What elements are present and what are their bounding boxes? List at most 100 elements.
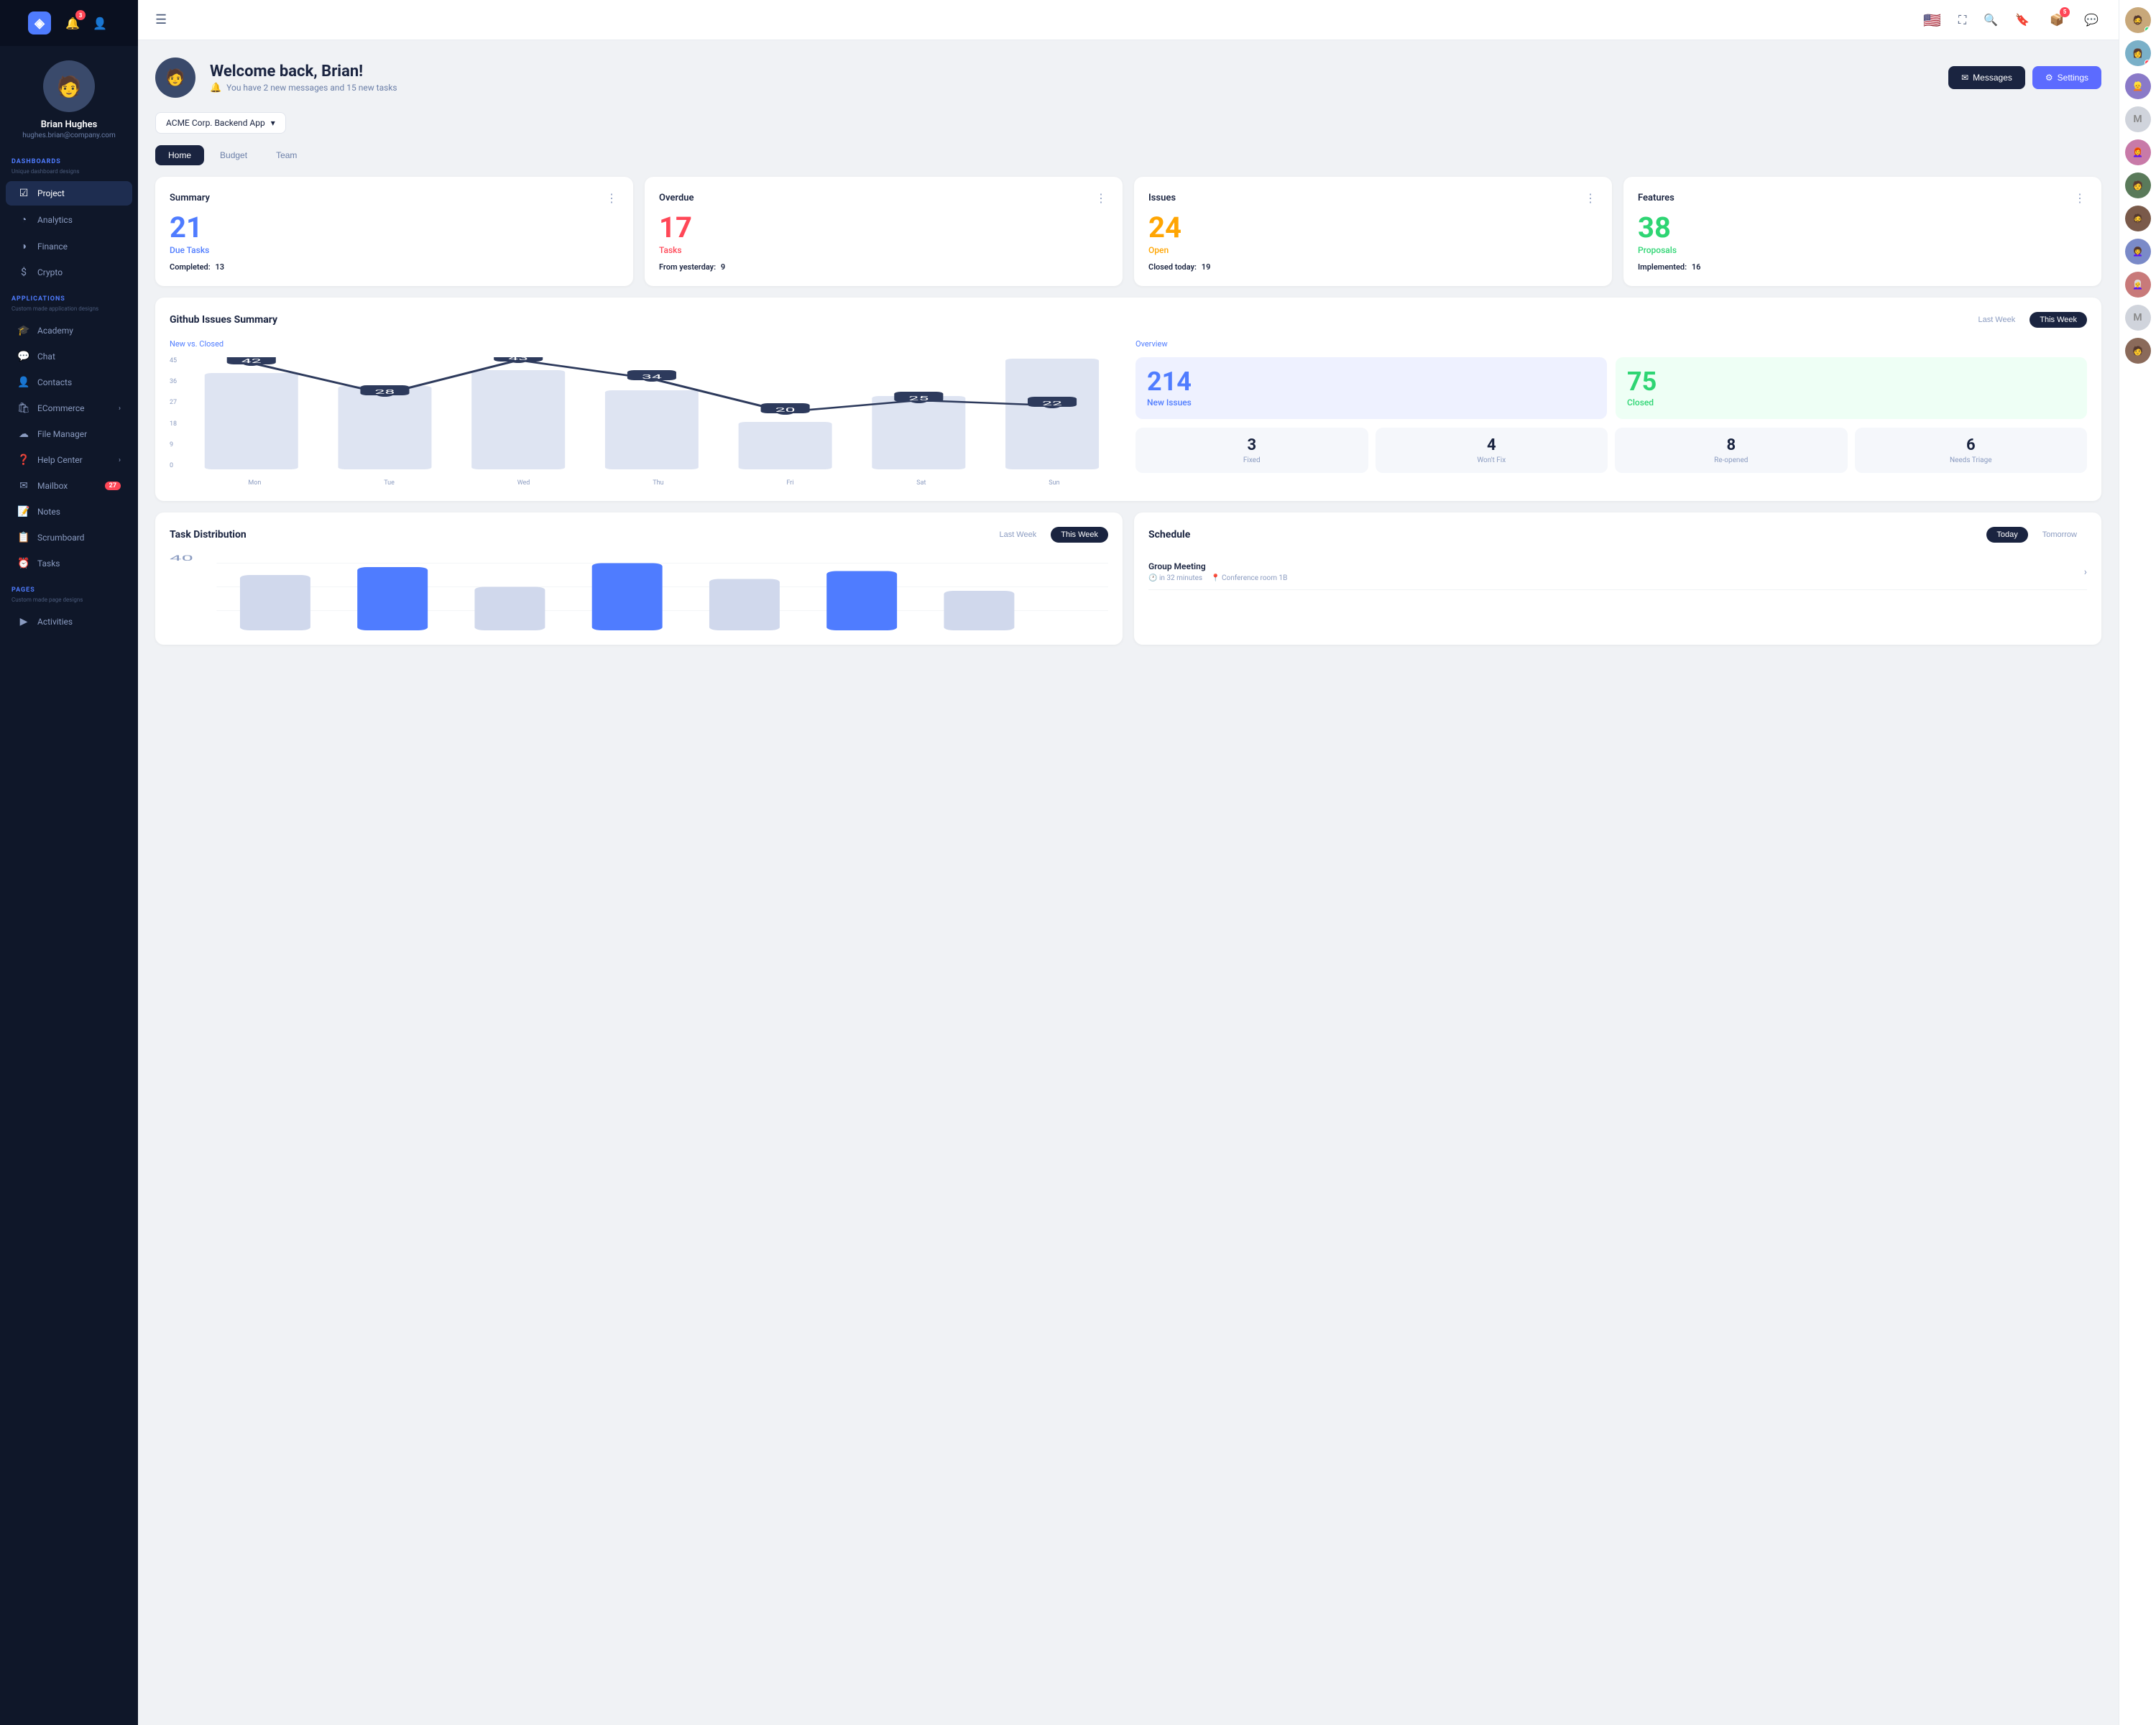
task-dist-header: Task Distribution Last Week This Week	[170, 527, 1108, 543]
sidebar-item-tasks[interactable]: ⏰ Tasks	[6, 551, 132, 576]
new-issues-label: New Issues	[1147, 397, 1192, 408]
notes-icon: 📝	[17, 506, 30, 518]
activities-icon: ▶	[17, 616, 30, 627]
right-avatar-2[interactable]: 👩	[2125, 40, 2151, 66]
user-profile-section: 🧑 Brian Hughes hughes.brian@company.com	[0, 46, 138, 148]
project-selector[interactable]: ACME Corp. Backend App ▾	[155, 112, 286, 134]
finance-icon: ◑	[17, 240, 30, 252]
bookmark-icon[interactable]: 🔖	[2015, 13, 2030, 27]
overdue-sub: From yesterday: 9	[659, 262, 1108, 272]
sidebar-item-finance[interactable]: ◑ Finance	[6, 234, 132, 259]
sidebar-item-project[interactable]: ☑ Project	[6, 181, 132, 206]
issues-menu[interactable]: ⋮	[1585, 191, 1598, 205]
right-avatar-10[interactable]: M	[2125, 305, 2151, 331]
tasks-icon: ⏰	[17, 558, 30, 569]
right-avatar-5[interactable]: 👩‍🦰	[2125, 139, 2151, 165]
sidebar-item-scrumboard-label: Scrumboard	[37, 533, 84, 543]
sidebar-item-notes[interactable]: 📝 Notes	[6, 500, 132, 524]
user-profile-icon[interactable]: 👤	[90, 13, 110, 33]
tab-home[interactable]: Home	[155, 145, 204, 165]
messages-icon[interactable]: 📦 5	[2047, 10, 2067, 30]
topbar-chat-icon[interactable]: 💬	[2084, 13, 2099, 27]
sidebar-item-ecommerce[interactable]: 🛍 ECommerce ›	[6, 396, 132, 420]
right-avatar-3[interactable]: 👱	[2125, 73, 2151, 99]
github-section: Github Issues Summary Last Week This Wee…	[155, 298, 2101, 501]
sidebar-item-scrumboard[interactable]: 📋 Scrumboard	[6, 525, 132, 550]
notifications-badge: 3	[75, 10, 86, 20]
helpcenter-arrow: ›	[119, 456, 121, 464]
mailbox-badge: 27	[105, 482, 121, 490]
closed-label: Closed	[1627, 397, 1654, 408]
hamburger-menu[interactable]: ☰	[155, 12, 167, 27]
settings-gear-icon: ⚙	[2045, 73, 2053, 83]
sidebar-item-chat[interactable]: 💬 Chat	[6, 344, 132, 369]
right-avatar-4[interactable]: M	[2125, 106, 2151, 132]
right-avatar-9[interactable]: 👩‍🦳	[2125, 272, 2151, 298]
task-last-week-btn[interactable]: Last Week	[989, 527, 1046, 543]
tab-team[interactable]: Team	[263, 145, 310, 165]
fixed-number: 3	[1144, 436, 1360, 454]
svg-text:42: 42	[241, 358, 262, 364]
overdue-label: Tasks	[659, 245, 1108, 255]
right-avatar-8[interactable]: 👩‍🦱	[2125, 239, 2151, 264]
issues-number: 24	[1148, 213, 1598, 242]
github-section-header: Github Issues Summary Last Week This Wee…	[170, 312, 2087, 328]
wontfix-card: 4 Won't Fix	[1376, 428, 1608, 473]
sidebar-item-filemanager-label: File Manager	[37, 429, 87, 439]
sidebar-item-helpcenter[interactable]: ❓ Help Center ›	[6, 448, 132, 472]
summary-menu[interactable]: ⋮	[606, 191, 619, 205]
messages-button[interactable]: ✉ Messages	[1948, 66, 2025, 89]
week-toggle: Last Week This Week	[1968, 312, 2087, 328]
welcome-subtext: 🔔 You have 2 new messages and 15 new tas…	[210, 83, 397, 93]
this-week-btn[interactable]: This Week	[2030, 312, 2087, 328]
right-avatar-7[interactable]: 🧔	[2125, 206, 2151, 231]
overview-top: 214 New Issues 75 Closed	[1135, 357, 2087, 419]
sidebar-item-contacts-label: Contacts	[37, 377, 72, 387]
sidebar-item-contacts[interactable]: 👤 Contacts	[6, 370, 132, 395]
schedule-meeting-title: Group Meeting	[1148, 561, 1287, 571]
features-menu[interactable]: ⋮	[2074, 191, 2087, 205]
fixed-card: 3 Fixed	[1135, 428, 1368, 473]
sidebar-item-crypto-label: Crypto	[37, 267, 63, 277]
settings-button[interactable]: ⚙ Settings	[2032, 66, 2101, 89]
summary-sub: Completed: 13	[170, 262, 619, 272]
tab-budget[interactable]: Budget	[207, 145, 260, 165]
chart-x-labels: Mon Tue Wed Thu Fri Sat Sun	[187, 479, 1121, 487]
right-avatar-1[interactable]: 🧔	[2125, 7, 2151, 33]
notifications-icon[interactable]: 🔔 3	[63, 13, 83, 33]
applications-section-label: APPLICATIONS	[0, 285, 138, 305]
sidebar-item-analytics[interactable]: ◔ Analytics	[6, 207, 132, 232]
sidebar-item-filemanager[interactable]: ☁ File Manager	[6, 422, 132, 446]
last-week-btn[interactable]: Last Week	[1968, 312, 2025, 328]
svg-text:20: 20	[775, 407, 796, 413]
sidebar-avatar[interactable]: 🧑	[43, 60, 95, 112]
search-icon[interactable]: 🔍	[1984, 13, 1998, 27]
overview-area: Overview 214 New Issues 75 Closed	[1135, 339, 2087, 487]
schedule-item-details: Group Meeting 🕐 in 32 minutes 📍 Conferen…	[1148, 561, 1287, 582]
task-distribution-card: Task Distribution Last Week This Week 40	[155, 512, 1123, 645]
schedule-chevron-right[interactable]: ›	[2084, 566, 2087, 578]
bottom-row: Task Distribution Last Week This Week 40	[155, 512, 2101, 645]
app-logo[interactable]: ◈	[28, 12, 51, 34]
triage-label: Needs Triage	[1864, 456, 2079, 464]
welcome-greeting: Welcome back, Brian!	[210, 63, 397, 80]
closed-card: 75 Closed	[1616, 357, 2087, 419]
sidebar-item-crypto[interactable]: $ Crypto	[6, 260, 132, 285]
schedule-location: 📍 Conference room 1B	[1211, 574, 1287, 582]
sidebar-item-mailbox[interactable]: ✉ Mailbox 27	[6, 474, 132, 498]
sidebar-item-academy[interactable]: 🎓 Academy	[6, 318, 132, 343]
right-avatar-6[interactable]: 🧑	[2125, 172, 2151, 198]
reopened-card: 8 Re-opened	[1615, 428, 1848, 473]
svg-text:28: 28	[375, 389, 395, 395]
chart-label: New vs. Closed	[170, 339, 1121, 349]
fullscreen-icon[interactable]: ⛶	[1958, 13, 1966, 27]
flag-icon[interactable]: 🇺🇸	[1923, 12, 1941, 29]
overdue-menu[interactable]: ⋮	[1095, 191, 1108, 205]
pages-section-label: PAGES	[0, 576, 138, 597]
today-btn[interactable]: Today	[1986, 527, 2027, 543]
right-avatar-11[interactable]: 🧑	[2125, 338, 2151, 364]
task-this-week-btn[interactable]: This Week	[1051, 527, 1108, 543]
svg-text:40: 40	[170, 555, 193, 563]
sidebar-item-activities[interactable]: ▶ Activities	[6, 610, 132, 634]
tomorrow-btn[interactable]: Tomorrow	[2032, 527, 2087, 543]
